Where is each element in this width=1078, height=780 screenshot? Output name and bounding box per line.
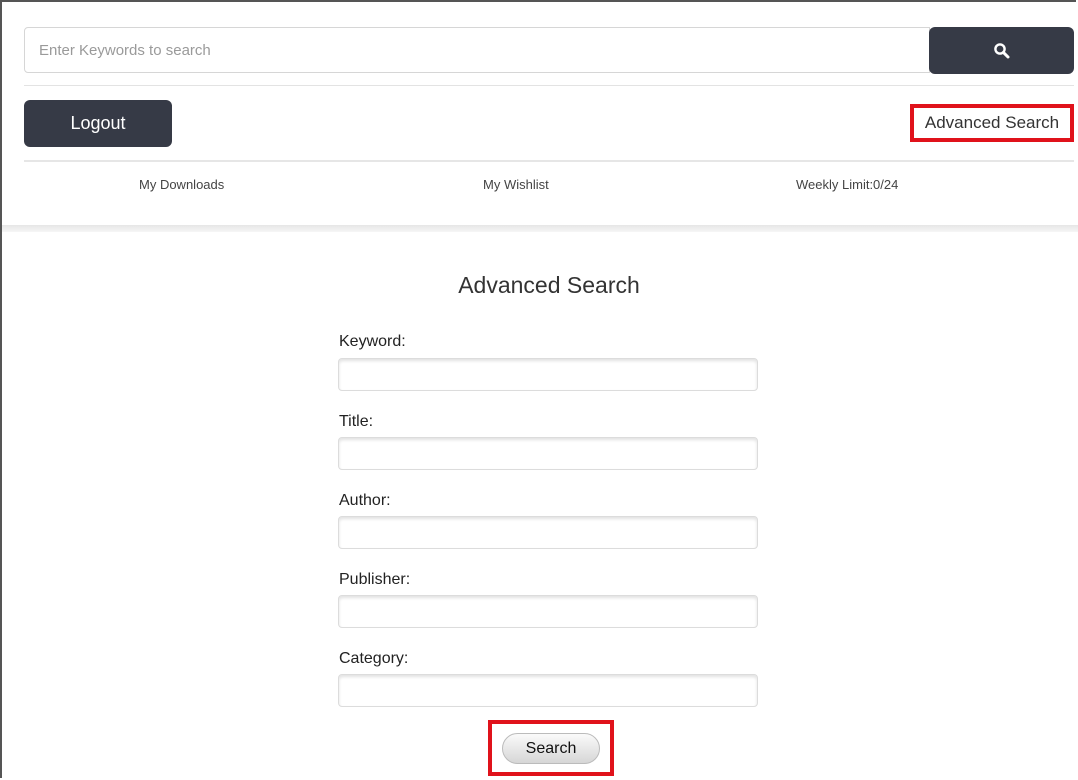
category-field[interactable] — [338, 674, 758, 707]
search-submit-button[interactable] — [929, 27, 1074, 74]
publisher-field[interactable] — [338, 595, 758, 628]
author-field[interactable] — [338, 516, 758, 549]
section-separator — [2, 225, 1078, 232]
keyword-search-input[interactable] — [24, 27, 930, 73]
publisher-label: Publisher: — [339, 571, 411, 588]
title-field[interactable] — [338, 437, 758, 470]
category-label: Category: — [339, 650, 409, 667]
weekly-limit-text: Weekly Limit:0/24 — [796, 177, 899, 192]
divider — [24, 160, 1074, 162]
logout-button[interactable]: Logout — [24, 100, 172, 147]
page-title: Advanced Search — [458, 272, 640, 298]
keyword-label: Keyword: — [339, 333, 406, 350]
search-button-highlight: Search — [488, 720, 614, 776]
author-label: Author: — [339, 492, 391, 509]
advanced-search-submit-button[interactable]: Search — [502, 733, 600, 764]
divider — [24, 85, 1074, 86]
advanced-search-link[interactable]: Advanced Search — [910, 104, 1074, 142]
my-downloads-link[interactable]: My Downloads — [139, 177, 224, 192]
top-search-bar — [24, 27, 1074, 75]
search-icon — [993, 42, 1009, 58]
title-label: Title: — [339, 413, 374, 430]
keyword-field[interactable] — [338, 358, 758, 391]
my-wishlist-link[interactable]: My Wishlist — [483, 177, 549, 192]
